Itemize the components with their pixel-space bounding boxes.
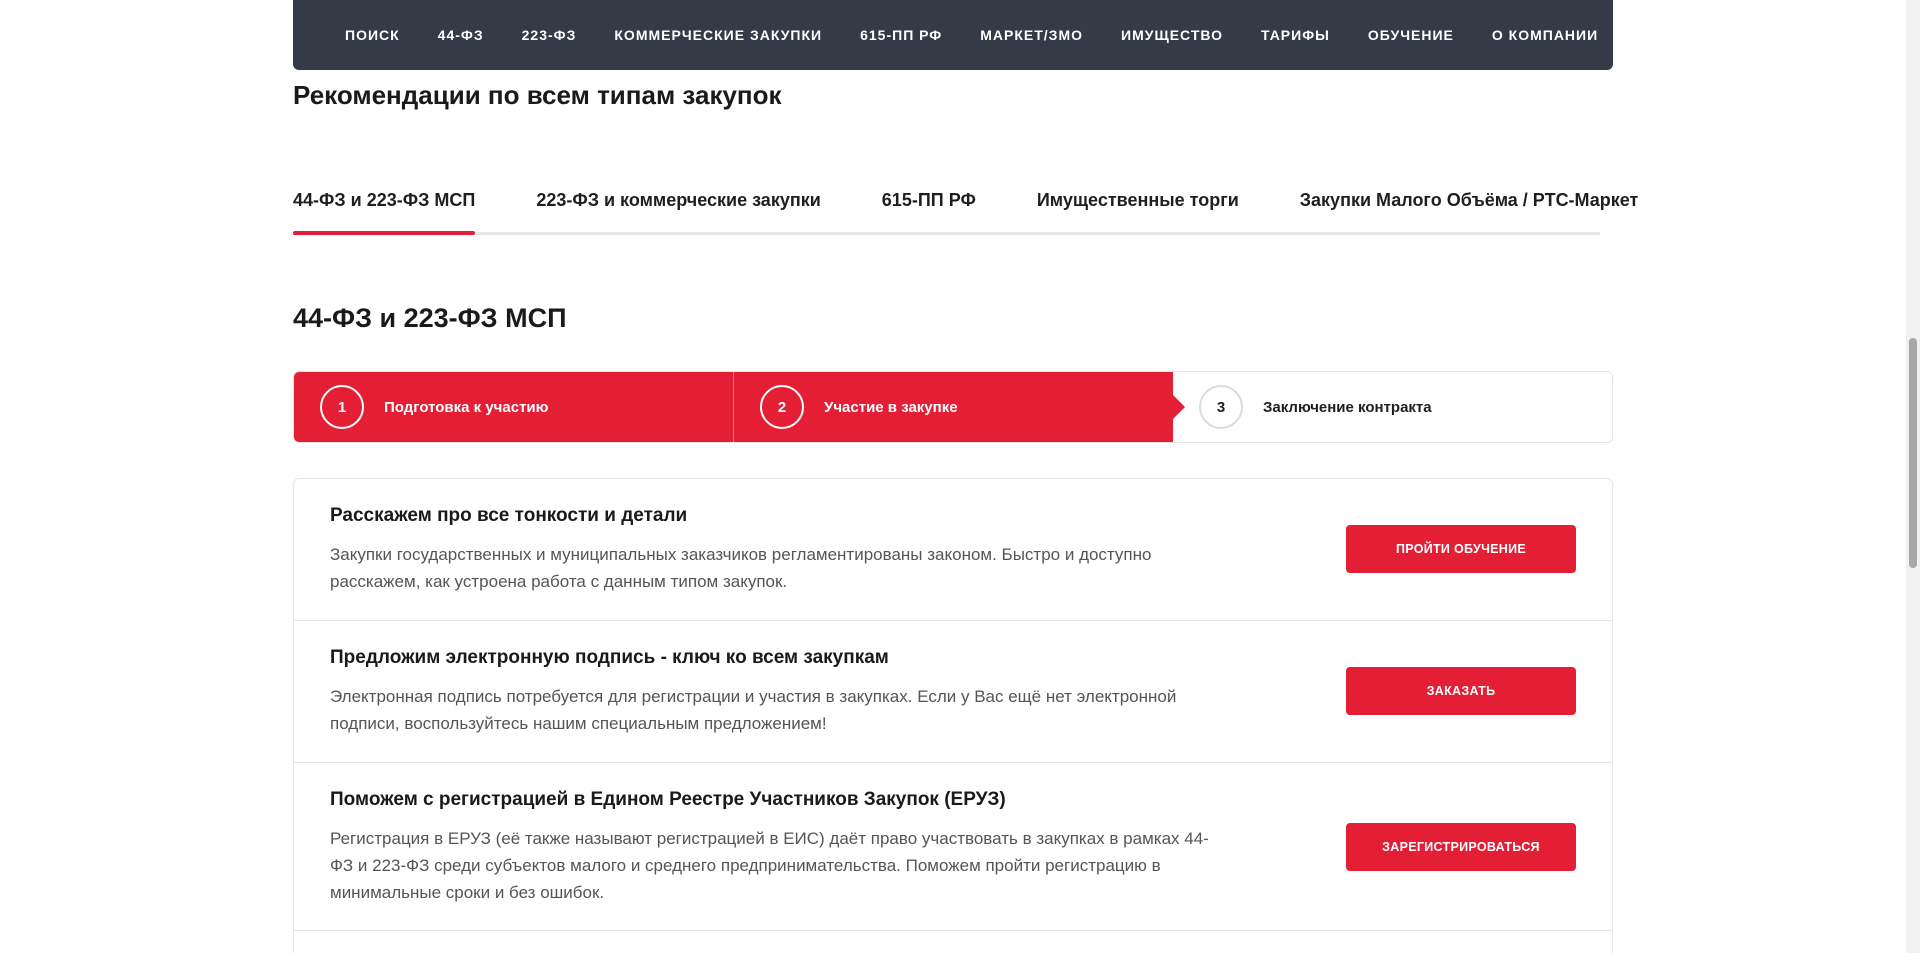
nav-item-tariffs[interactable]: Тарифы: [1261, 27, 1330, 43]
tab-615pp[interactable]: 615-ПП РФ: [882, 176, 976, 232]
nav-item-44fz[interactable]: 44-ФЗ: [438, 27, 484, 43]
card-text: Закупки государственных и муниципальных …: [330, 545, 1152, 591]
nav-item-615pp[interactable]: 615-ПП РФ: [860, 27, 942, 43]
step-number: 1: [320, 385, 364, 429]
order-button[interactable]: Заказать: [1346, 667, 1576, 715]
step-participation[interactable]: 2 Участие в закупке: [733, 372, 1185, 442]
card-text: Регистрация в ЕРУЗ (её также называют ре…: [330, 829, 1209, 902]
tab-property-auctions[interactable]: Имущественные торги: [1037, 176, 1239, 232]
scrollbar-thumb[interactable]: [1909, 338, 1917, 568]
recommendation-cards: Расскажем про все тонкости и детали Заку…: [293, 478, 1613, 953]
card-title: Поможем с регистрацией в Едином Реестре …: [330, 789, 1006, 810]
take-training-button[interactable]: Пройти обучение: [1346, 525, 1576, 573]
card-eruz-registration: Поможем с регистрацией в Едином Реестре …: [294, 763, 1612, 931]
card-title: Расскажем про все тонкости и детали: [330, 505, 688, 526]
tab-small-volume-rts-market[interactable]: Закупки Малого Объёма / РТС-Маркет: [1300, 176, 1639, 232]
procurement-stepper: 1 Подготовка к участию 2 Участие в закуп…: [293, 371, 1613, 443]
tab-44fz-223fz-msp[interactable]: 44-ФЗ и 223-ФЗ МСП: [293, 176, 476, 235]
register-button[interactable]: Зарегистрироваться: [1346, 823, 1576, 871]
nav-item-about[interactable]: О компании: [1492, 27, 1598, 43]
step-preparation[interactable]: 1 Подготовка к участию: [294, 372, 733, 442]
step-label: Участие в закупке: [824, 398, 958, 416]
card-e-signature: Предложим электронную подпись - ключ ко …: [294, 621, 1612, 763]
step-arrow-icon: [1173, 395, 1185, 419]
nav-item-market[interactable]: Маркет/ЗМО: [980, 27, 1083, 43]
nav-item-commercial[interactable]: Коммерческие закупки: [614, 27, 822, 43]
nav-item-223fz[interactable]: 223-ФЗ: [522, 27, 577, 43]
step-label: Заключение контракта: [1263, 398, 1432, 416]
step-label: Подготовка к участию: [384, 398, 549, 416]
page-title: Рекомендации по всем типам закупок: [293, 80, 782, 110]
step-number: 3: [1199, 385, 1243, 429]
nav-item-search[interactable]: Поиск: [345, 27, 400, 43]
step-contract[interactable]: 3 Заключение контракта: [1173, 372, 1612, 442]
card-text: Электронная подпись потребуется для реги…: [330, 687, 1177, 733]
page-scrollbar[interactable]: [1906, 0, 1920, 953]
card-training: Расскажем про все тонкости и детали Заку…: [294, 479, 1612, 621]
nav-item-property[interactable]: Имущество: [1121, 27, 1223, 43]
nav-item-training[interactable]: Обучение: [1368, 27, 1454, 43]
tab-223fz-commercial[interactable]: 223-ФЗ и коммерческие закупки: [536, 176, 820, 232]
procurement-type-tabs: 44-ФЗ и 223-ФЗ МСП 223-ФЗ и коммерческие…: [293, 176, 1638, 235]
section-title: 44-ФЗ и 223-ФЗ МСП: [293, 303, 567, 333]
card-title: Предложим электронную подпись - ключ ко …: [330, 647, 889, 668]
top-navigation: Поиск 44-ФЗ 223-ФЗ Коммерческие закупки …: [293, 0, 1613, 70]
step-number: 2: [760, 385, 804, 429]
